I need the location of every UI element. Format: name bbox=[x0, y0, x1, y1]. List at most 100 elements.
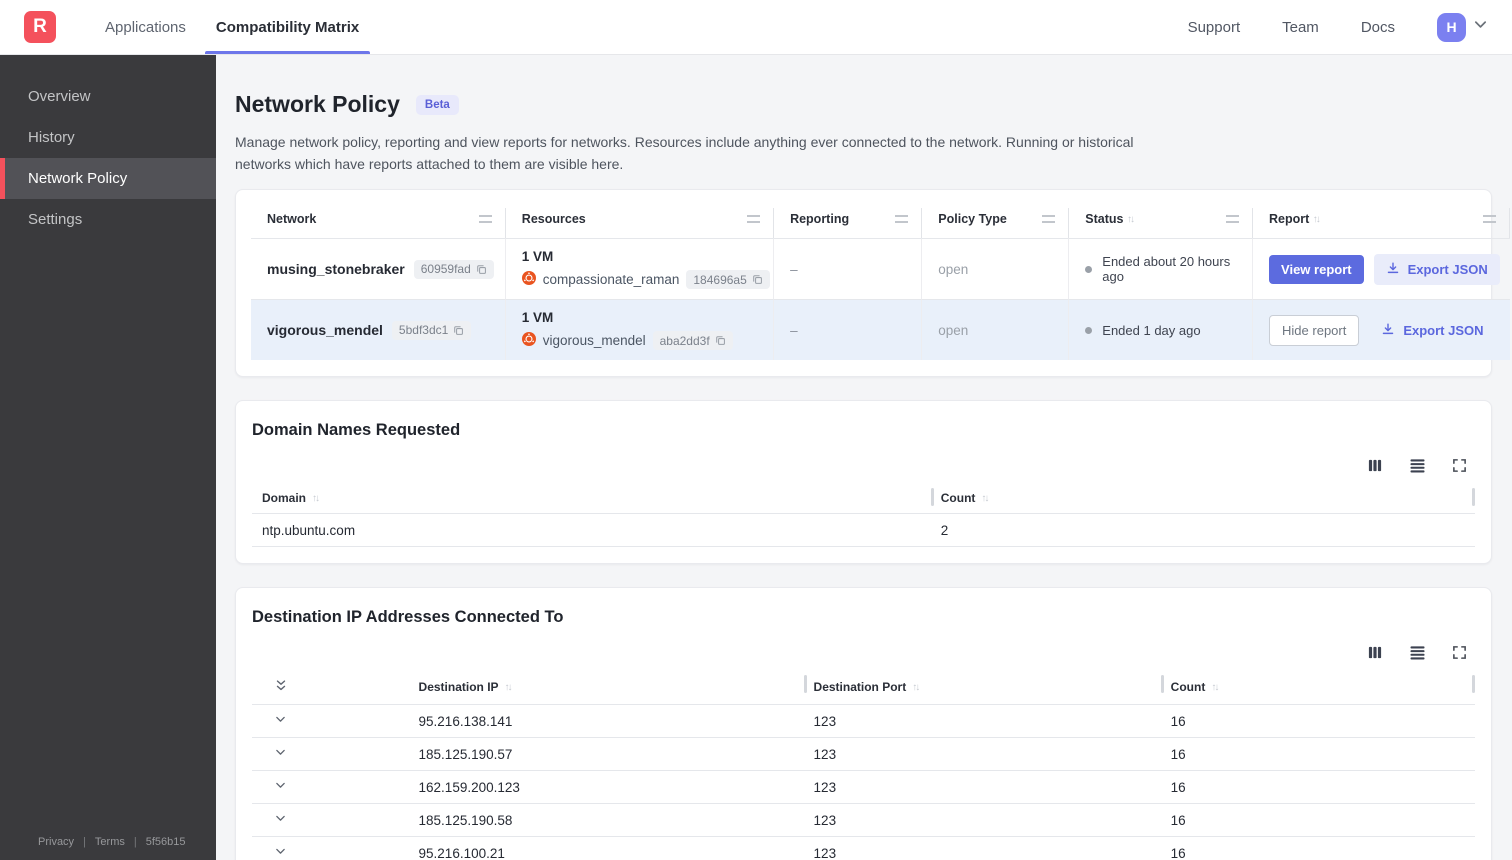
table-row[interactable]: 185.125.190.58 123 16 bbox=[252, 803, 1475, 838]
table-row[interactable]: 95.216.100.21 123 16 bbox=[252, 836, 1475, 860]
sidebar-item-network-policy[interactable]: Network Policy bbox=[0, 158, 216, 199]
column-header-count[interactable]: Count ↑↓ bbox=[930, 485, 1475, 515]
chevron-down-icon[interactable] bbox=[274, 846, 287, 860]
copy-icon[interactable] bbox=[752, 274, 763, 285]
nav-link-support[interactable]: Support bbox=[1188, 19, 1241, 36]
count-cell: 16 bbox=[1160, 836, 1475, 860]
page-description: Manage network policy, reporting and vie… bbox=[235, 134, 1134, 173]
network-id: 60959fad bbox=[420, 262, 471, 277]
column-header-policy-type[interactable]: Policy Type bbox=[922, 208, 1070, 239]
network-id-pill[interactable]: 60959fad bbox=[413, 259, 494, 279]
expand-row-cell[interactable] bbox=[252, 737, 409, 772]
count-cell: 16 bbox=[1160, 704, 1475, 739]
table-row[interactable]: 162.159.200.123 123 16 bbox=[252, 770, 1475, 805]
chevron-down-icon[interactable] bbox=[1473, 17, 1488, 37]
export-json-label: Export JSON bbox=[1407, 261, 1488, 277]
tab-applications[interactable]: Applications bbox=[90, 0, 201, 54]
column-header-destination-port[interactable]: Destination Port ↑↓ bbox=[803, 672, 1161, 706]
reporting-cell: – bbox=[774, 238, 923, 300]
destinations-table: Destination IP ↑↓ Destination Port ↑↓ Coun… bbox=[252, 672, 1475, 860]
column-header-network-label: Network bbox=[267, 212, 317, 227]
column-header-resources-label: Resources bbox=[521, 212, 586, 227]
expand-row-cell[interactable] bbox=[252, 770, 409, 805]
column-header-domain[interactable]: Domain ↑↓ bbox=[252, 485, 931, 515]
resource-id-pill[interactable]: aba2dd3f bbox=[652, 331, 733, 351]
table-row[interactable]: ntp.ubuntu.com 2 bbox=[252, 513, 1475, 548]
column-header-status[interactable]: Status ↑↓ bbox=[1069, 208, 1254, 239]
resources-count: 1 VM bbox=[521, 249, 554, 265]
rows-icon[interactable] bbox=[1409, 458, 1426, 473]
column-resize-icon[interactable] bbox=[895, 215, 909, 224]
network-id-pill[interactable]: 5bdf3dc1 bbox=[391, 320, 472, 340]
column-header-reporting[interactable]: Reporting bbox=[774, 208, 923, 239]
export-json-button[interactable]: Export JSON bbox=[1369, 315, 1495, 346]
domains-card-title: Domain Names Requested bbox=[252, 421, 461, 440]
expand-icon[interactable] bbox=[1452, 645, 1467, 660]
sidebar-item-settings[interactable]: Settings bbox=[0, 199, 216, 240]
sort-icon[interactable]: ↑↓ bbox=[912, 682, 920, 693]
column-header-count[interactable]: Count ↑↓ bbox=[1160, 672, 1475, 706]
tab-compatibility-matrix[interactable]: Compatibility Matrix bbox=[201, 0, 374, 54]
chevron-down-icon[interactable] bbox=[274, 813, 287, 828]
destination-ip-cell: 95.216.100.21 bbox=[408, 836, 804, 860]
sort-icon[interactable]: ↑↓ bbox=[1313, 214, 1321, 225]
column-resize-icon[interactable] bbox=[1042, 215, 1056, 224]
sort-icon[interactable]: ↑↓ bbox=[312, 493, 320, 504]
privacy-link[interactable]: Privacy bbox=[38, 836, 74, 848]
column-header-report[interactable]: Report ↑↓ bbox=[1253, 208, 1510, 239]
domains-card: Domain Names Requested Domain ↑↓ Count ↑↓ … bbox=[235, 400, 1492, 565]
user-menu[interactable]: H bbox=[1437, 12, 1488, 42]
resource-id: aba2dd3f bbox=[659, 333, 710, 348]
copy-icon[interactable] bbox=[715, 335, 726, 346]
column-header-destination-ip[interactable]: Destination IP ↑↓ bbox=[408, 672, 804, 706]
nav-link-team[interactable]: Team bbox=[1282, 19, 1319, 36]
table-row[interactable]: 95.216.138.141 123 16 bbox=[252, 704, 1475, 739]
column-resize-icon[interactable] bbox=[747, 215, 761, 224]
footer-divider: | bbox=[83, 836, 86, 848]
resource-name: vigorous_mendel bbox=[542, 333, 646, 349]
copy-icon[interactable] bbox=[476, 264, 487, 275]
terms-link[interactable]: Terms bbox=[95, 836, 125, 848]
table-toolbar bbox=[252, 458, 1467, 473]
app-logo[interactable]: R bbox=[24, 11, 56, 43]
nav-link-docs[interactable]: Docs bbox=[1361, 19, 1395, 36]
destination-ip-cell: 185.125.190.57 bbox=[408, 737, 804, 772]
hide-report-button[interactable]: Hide report bbox=[1269, 314, 1360, 346]
chevron-down-icon[interactable] bbox=[274, 747, 287, 762]
sidebar-item-overview-label: Overview bbox=[28, 88, 91, 105]
view-report-button[interactable]: View report bbox=[1269, 254, 1364, 284]
column-resize-icon[interactable] bbox=[478, 215, 492, 224]
table-row[interactable]: 185.125.190.57 123 16 bbox=[252, 737, 1475, 772]
sidebar-item-overview[interactable]: Overview bbox=[0, 76, 216, 117]
resource-id-pill[interactable]: 184696a5 bbox=[686, 270, 770, 290]
status-text: Ended about 20 hours ago bbox=[1102, 254, 1231, 285]
chevron-down-icon[interactable] bbox=[274, 780, 287, 795]
column-resize-icon[interactable] bbox=[1226, 215, 1240, 224]
expand-row-cell[interactable] bbox=[252, 704, 409, 739]
table-toolbar bbox=[252, 645, 1467, 660]
destination-port-cell: 123 bbox=[803, 836, 1161, 860]
sidebar-item-network-policy-label: Network Policy bbox=[28, 170, 128, 187]
avatar[interactable]: H bbox=[1437, 12, 1466, 42]
sort-icon[interactable]: ↑↓ bbox=[1127, 214, 1135, 225]
chevron-down-icon[interactable] bbox=[274, 714, 287, 729]
column-separator bbox=[930, 488, 934, 507]
column-header-network[interactable]: Network bbox=[251, 208, 506, 239]
double-chevron-icon[interactable] bbox=[274, 680, 288, 696]
expand-row-cell[interactable] bbox=[252, 836, 409, 860]
copy-icon[interactable] bbox=[453, 325, 464, 336]
expand-all-header[interactable] bbox=[252, 672, 409, 706]
sort-icon[interactable]: ↑↓ bbox=[505, 682, 513, 693]
expand-icon[interactable] bbox=[1452, 458, 1467, 473]
sidebar-item-history[interactable]: History bbox=[0, 117, 216, 158]
expand-row-cell[interactable] bbox=[252, 803, 409, 838]
ubuntu-icon bbox=[521, 271, 536, 288]
column-resize-icon[interactable] bbox=[1482, 215, 1496, 224]
column-header-resources[interactable]: Resources bbox=[506, 208, 775, 239]
sort-icon[interactable]: ↑↓ bbox=[1211, 682, 1219, 693]
columns-icon[interactable] bbox=[1367, 458, 1383, 473]
sort-icon[interactable]: ↑↓ bbox=[981, 493, 989, 504]
columns-icon[interactable] bbox=[1367, 645, 1383, 660]
rows-icon[interactable] bbox=[1409, 645, 1426, 660]
export-json-button[interactable]: Export JSON bbox=[1373, 253, 1500, 285]
